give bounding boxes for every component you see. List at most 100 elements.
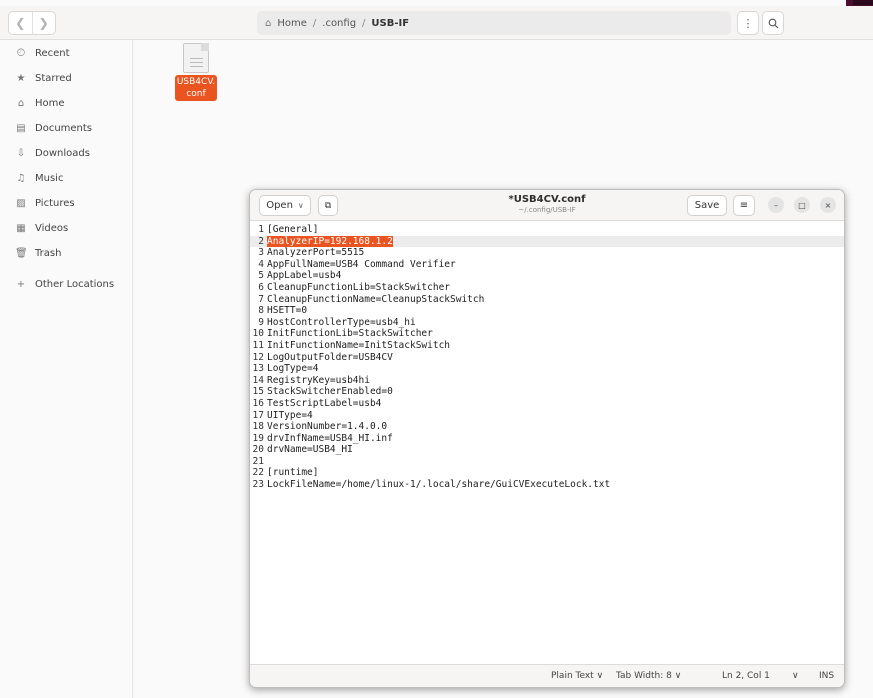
maximize-icon: □ — [798, 200, 806, 210]
line-text — [266, 456, 267, 468]
line-number: 12 — [252, 351, 264, 363]
sidebar-item-documents[interactable]: ▤ Documents — [0, 116, 132, 141]
code-area[interactable]: 1 [General] 2 AnalyzerIP=192.168.1.2 3 Analyz… — [250, 224, 844, 491]
search-button[interactable] — [762, 11, 784, 35]
line-text: LockFileName=/home/linux-1/.local/share/… — [267, 479, 611, 491]
forward-button[interactable]: ❯ — [31, 12, 56, 34]
code-line[interactable]: 3 AnalyzerPort=5515 — [250, 247, 844, 259]
code-line[interactable]: 13 LogType=4 — [250, 363, 844, 375]
line-text: HostControllerType=usb4_hi — [267, 316, 416, 328]
line-text: HSETT=0 — [267, 305, 308, 317]
back-button[interactable]: ❮ — [9, 12, 32, 34]
code-line[interactable]: 18 VersionNumber=1.4.0.0 — [250, 421, 844, 433]
sidebar-item-pictures[interactable]: ▨ Pictures — [0, 191, 132, 216]
path-home[interactable]: Home — [277, 18, 307, 29]
picture-icon: ▨ — [16, 198, 26, 209]
chevron-down-icon: ∨ — [674, 671, 682, 681]
menu-button[interactable]: ⋮ — [737, 11, 759, 35]
code-line[interactable]: 9 HostControllerType=usb4_hi — [250, 317, 844, 329]
sidebar-item-videos[interactable]: ▦ Videos — [0, 216, 132, 241]
line-number: 7 — [258, 293, 264, 305]
line-text: UIType=4 — [267, 409, 313, 421]
code-line[interactable]: 22 [runtime] — [250, 467, 844, 479]
star-icon: ★ — [16, 73, 26, 84]
sidebar-item-home[interactable]: ⌂ Home — [0, 91, 132, 116]
path-config[interactable]: .config — [322, 18, 356, 29]
code-line[interactable]: 12 LogOutputFolder=USB4CV — [250, 352, 844, 364]
line-text: CleanupFunctionName=CleanupStackSwitch — [267, 293, 485, 305]
line-number: 5 — [258, 270, 264, 282]
code-line[interactable]: 17 UIType=4 — [250, 410, 844, 422]
sidebar-item-recent[interactable]: 🕘︎ Recent — [0, 41, 132, 66]
close-button[interactable]: × — [820, 197, 836, 213]
line-number: 15 — [252, 386, 264, 398]
code-line[interactable]: 4 AppFullName=USB4 Command Verifier — [250, 259, 844, 271]
line-text: StackSwitcherEnabled=0 — [267, 386, 393, 398]
line-number: 18 — [252, 421, 264, 433]
line-number: 17 — [252, 409, 264, 421]
download-icon: ⇩ — [16, 148, 26, 159]
insert-mode[interactable]: INS — [819, 671, 834, 681]
code-line[interactable]: 14 RegistryKey=usb4hi — [250, 375, 844, 387]
line-number: 16 — [252, 397, 264, 409]
file-name-line-2: conf — [186, 89, 206, 99]
sidebar-item-label: Pictures — [35, 198, 75, 209]
code-line[interactable]: 21 — [250, 456, 844, 468]
sidebar-item-other-locations[interactable]: + Other Locations — [0, 272, 132, 297]
file-name-line-1: USB4CV. — [176, 77, 216, 87]
code-line[interactable]: 5 AppLabel=usb4 — [250, 270, 844, 282]
code-line[interactable]: 16 TestScriptLabel=usb4 — [250, 398, 844, 410]
code-line[interactable]: 7 CleanupFunctionName=CleanupStackSwitch — [250, 294, 844, 306]
cursor-position[interactable]: Ln 2, Col 1 — [722, 671, 770, 681]
tab-width-label: Tab Width: 8 — [616, 671, 672, 681]
chevron-down-icon[interactable]: ∨ — [792, 671, 799, 681]
sidebar-item-label: Music — [35, 173, 64, 184]
sidebar-item-downloads[interactable]: ⇩ Downloads — [0, 141, 132, 166]
file-name-label: USB4CV. conf — [175, 75, 217, 101]
path-separator: / — [362, 17, 366, 29]
line-number: 4 — [258, 258, 264, 270]
file-item-usb4cv-conf[interactable]: USB4CV. conf — [175, 43, 217, 101]
code-line[interactable]: 19 drvInfName=USB4_HI.inf — [250, 433, 844, 445]
code-line[interactable]: 23 LockFileName=/home/linux-1/.local/shar… — [250, 479, 844, 491]
line-text: AnalyzerIP=192.168.1.2 — [266, 235, 393, 248]
line-number: 14 — [252, 374, 264, 386]
chevron-down-icon: ∨ — [596, 671, 604, 681]
save-button[interactable]: Save — [687, 195, 727, 216]
code-line[interactable]: 11 InitFunctionName=InitStackSwitch — [250, 340, 844, 352]
language-selector[interactable]: Plain Text ∨ — [551, 671, 603, 681]
tab-width-selector[interactable]: Tab Width: 8 ∨ — [616, 671, 681, 681]
line-text: drvInfName=USB4_HI.inf — [267, 432, 393, 444]
line-text: drvName=USB4_HI — [267, 444, 353, 456]
code-line[interactable]: 20 drvName=USB4_HI — [250, 444, 844, 456]
maximize-button[interactable]: □ — [794, 197, 810, 213]
sidebar-item-music[interactable]: ♫ Music — [0, 166, 132, 191]
line-number: 21 — [252, 455, 264, 467]
sidebar-item-trash[interactable]: 🗑︎ Trash — [0, 241, 132, 266]
sidebar-item-label: Videos — [35, 223, 69, 234]
line-text: AppLabel=usb4 — [267, 270, 342, 282]
text-file-icon — [183, 43, 209, 73]
kebab-icon: ⋮ — [742, 16, 754, 30]
home-icon: ⌂ — [265, 17, 272, 29]
line-text: CleanupFunctionLib=StackSwitcher — [267, 281, 451, 293]
path-usb-if[interactable]: USB-IF — [371, 18, 409, 29]
line-number: 11 — [252, 339, 264, 351]
sidebar-item-starred[interactable]: ★ Starred — [0, 66, 132, 91]
code-line[interactable]: 2 AnalyzerIP=192.168.1.2 — [250, 235, 844, 248]
code-line[interactable]: 1 [General] — [250, 224, 844, 236]
minimize-button[interactable]: – — [768, 197, 784, 213]
line-text: LogType=4 — [267, 363, 319, 375]
code-line[interactable]: 6 CleanupFunctionLib=StackSwitcher — [250, 282, 844, 294]
text-view[interactable]: 1 [General] 2 AnalyzerIP=192.168.1.2 3 Analyz… — [250, 221, 844, 666]
code-line[interactable]: 15 StackSwitcherEnabled=0 — [250, 386, 844, 398]
sidebar-item-label: Downloads — [35, 148, 90, 159]
code-line[interactable]: 8 HSETT=0 — [250, 305, 844, 317]
line-number: 22 — [252, 467, 264, 479]
code-line[interactable]: 10 InitFunctionLib=StackSwitcher — [250, 328, 844, 340]
line-text: VersionNumber=1.4.0.0 — [267, 421, 388, 433]
sidebar: 🕘︎ Recent ★ Starred ⌂ Home ▤ Documents ⇩ Down… — [0, 40, 133, 698]
hamburger-menu-button[interactable]: ≡ — [733, 195, 755, 216]
path-bar[interactable]: ⌂ Home / .config / USB-IF — [257, 11, 731, 35]
line-text: AppFullName=USB4 Command Verifier — [267, 258, 456, 270]
